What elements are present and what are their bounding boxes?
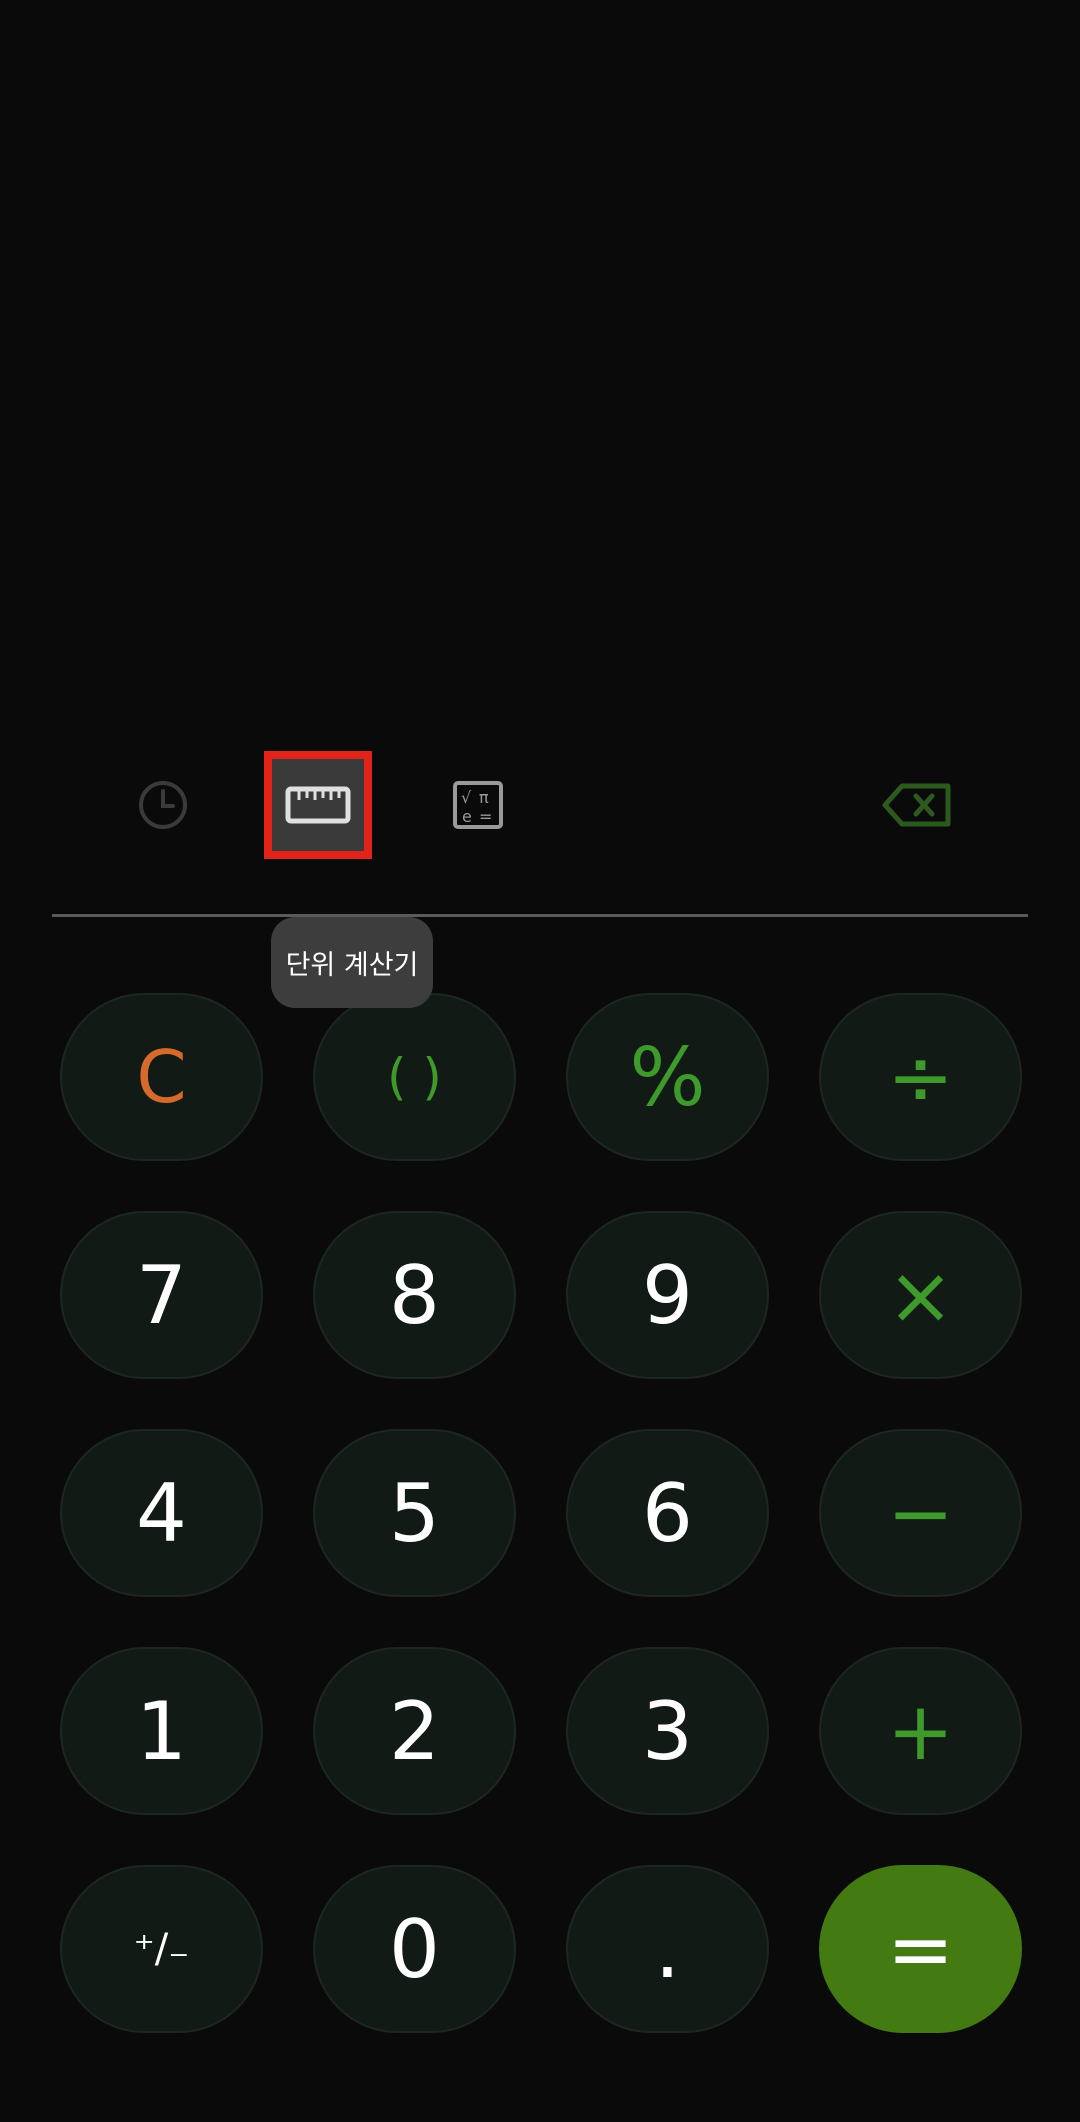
- minus-button[interactable]: −: [819, 1429, 1022, 1597]
- digit-9-button[interactable]: 9: [566, 1211, 769, 1379]
- backspace-icon[interactable]: [877, 765, 957, 845]
- plus-button[interactable]: +: [819, 1647, 1022, 1815]
- multiply-button[interactable]: ×: [819, 1211, 1022, 1379]
- display-area: [0, 0, 1080, 740]
- equals-button[interactable]: =: [819, 1865, 1022, 2033]
- digit-3-button[interactable]: 3: [566, 1647, 769, 1815]
- parentheses-button[interactable]: ( ): [313, 993, 516, 1161]
- digit-4-button[interactable]: 4: [60, 1429, 263, 1597]
- scientific-icon[interactable]: √ π e =: [438, 765, 518, 845]
- svg-text:√: √: [461, 788, 472, 807]
- digit-7-button[interactable]: 7: [60, 1211, 263, 1379]
- ruler-icon[interactable]: [264, 751, 372, 859]
- svg-text:π: π: [479, 788, 489, 807]
- svg-text:=: =: [479, 807, 492, 826]
- plus-minus-button[interactable]: ⁺/₋: [60, 1865, 263, 2033]
- clear-button[interactable]: C: [60, 993, 263, 1161]
- divide-button[interactable]: ÷: [819, 993, 1022, 1161]
- svg-text:e: e: [462, 807, 472, 826]
- digit-6-button[interactable]: 6: [566, 1429, 769, 1597]
- clock-icon[interactable]: [123, 765, 203, 845]
- digit-8-button[interactable]: 8: [313, 1211, 516, 1379]
- digit-2-button[interactable]: 2: [313, 1647, 516, 1815]
- digit-0-button[interactable]: 0: [313, 1865, 516, 2033]
- divider: [52, 914, 1028, 917]
- tooltip: 단위 계산기: [271, 917, 433, 1008]
- toolbar: √ π e =: [0, 740, 1080, 870]
- digit-5-button[interactable]: 5: [313, 1429, 516, 1597]
- digit-1-button[interactable]: 1: [60, 1647, 263, 1815]
- percent-button[interactable]: %: [566, 993, 769, 1161]
- decimal-button[interactable]: .: [566, 1865, 769, 2033]
